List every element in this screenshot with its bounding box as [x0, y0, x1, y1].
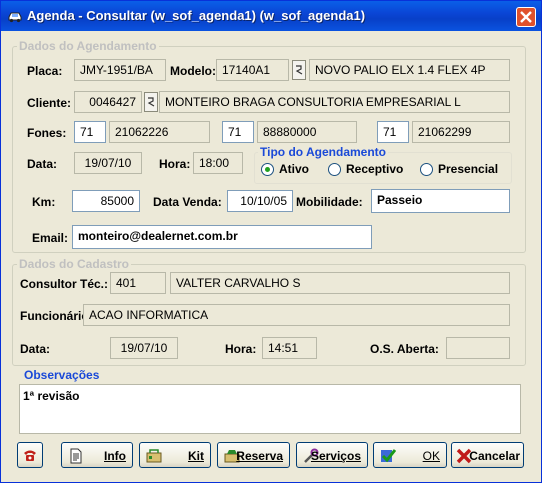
fone3-field[interactable]: 21062299 — [412, 121, 510, 143]
radio-ativo-label[interactable]: Ativo — [279, 162, 309, 176]
hora-label: Hora: — [159, 157, 191, 171]
consultor-label: Consultor Téc.: — [20, 277, 109, 291]
info-button-label: Info — [104, 449, 126, 463]
lookup-icon — [147, 97, 155, 107]
mobilidade-field[interactable]: Passeio — [371, 189, 510, 213]
servicos-button[interactable]: Serviços — [296, 442, 368, 468]
email-field[interactable]: monteiro@dealernet.com.br — [72, 225, 372, 249]
funcionario-field[interactable]: ACAO INFORMATICA — [83, 304, 510, 326]
window-body: Dados do Agendamento Placa: JMY-1951/BA … — [4, 32, 538, 478]
funcionario-label: Funcionário: — [20, 309, 93, 323]
observacoes-title: Observações — [22, 368, 102, 382]
cliente-name-field[interactable]: MONTEIRO BRAGA CONSULTORIA EMPRESARIAL L — [159, 91, 510, 113]
ok-button[interactable]: OK — [373, 442, 447, 468]
data-cad-field[interactable]: 19/07/10 — [110, 337, 178, 359]
os-aberta-label: O.S. Aberta: — [370, 342, 439, 356]
group-cadastro-title: Dados do Cadastro — [17, 257, 132, 271]
fone1-ddd-field[interactable]: 71 — [74, 121, 106, 143]
modelo-lookup-button[interactable] — [292, 60, 306, 80]
km-field[interactable]: 85000 — [72, 190, 140, 212]
radio-receptivo[interactable] — [328, 163, 341, 176]
observacoes-field[interactable]: 1ª revisão — [19, 384, 521, 434]
lookup-icon — [295, 65, 303, 75]
cancelar-button[interactable]: Cancelar — [451, 442, 524, 468]
mobilidade-label: Mobilidade: — [296, 195, 363, 209]
email-label: Email: — [32, 231, 69, 245]
title-bar[interactable]: Agenda - Consultar (w_sof_agenda1) (w_so… — [1, 1, 541, 31]
modelo-label: Modelo: — [170, 64, 216, 78]
cancelar-button-label: Cancelar — [469, 449, 520, 463]
cliente-lookup-button[interactable] — [144, 92, 158, 112]
fone3-ddd-field[interactable]: 71 — [377, 121, 409, 143]
radio-presencial[interactable] — [420, 163, 433, 176]
check-icon — [381, 449, 396, 463]
kit-button-label: Kit — [188, 449, 204, 463]
data-venda-label: Data Venda: — [153, 195, 222, 209]
window-title: Agenda - Consultar (w_sof_agenda1) (w_so… — [27, 8, 366, 23]
os-aberta-field[interactable] — [446, 337, 510, 359]
modelo-desc-field[interactable]: NOVO PALIO ELX 1.4 FLEX 4P — [309, 59, 510, 81]
phone-icon — [24, 450, 36, 461]
agenda-window: Agenda - Consultar (w_sof_agenda1) (w_so… — [0, 0, 542, 483]
phone-button[interactable] — [17, 442, 43, 468]
document-icon — [70, 448, 82, 464]
placa-field[interactable]: JMY-1951/BA — [74, 59, 166, 81]
group-agendamento-title: Dados do Agendamento — [17, 39, 159, 53]
fone2-field[interactable]: 88880000 — [257, 121, 357, 143]
reserva-button[interactable]: Reserva — [217, 442, 290, 468]
radio-presencial-label[interactable]: Presencial — [438, 162, 498, 176]
reserva-button-label: Reserva — [236, 449, 283, 463]
placa-label: Placa: — [27, 64, 63, 78]
ok-button-label: OK — [422, 449, 440, 463]
fones-label: Fones: — [27, 126, 67, 140]
hora-cad-field[interactable]: 14:51 — [262, 337, 317, 359]
hora-field[interactable]: 18:00 — [193, 152, 243, 174]
close-icon — [520, 11, 532, 23]
kit-icon — [146, 449, 162, 463]
servicos-button-label: Serviços — [310, 449, 361, 463]
consultor-code-field[interactable]: 401 — [110, 272, 166, 294]
radio-selected-dot — [265, 167, 270, 172]
cliente-label: Cliente: — [27, 96, 72, 110]
modelo-code-field[interactable]: 17140A1 — [216, 59, 289, 81]
info-button[interactable]: Info — [61, 442, 133, 468]
km-label: Km: — [32, 195, 56, 209]
car-icon — [8, 12, 22, 23]
data-field[interactable]: 19/07/10 — [74, 152, 142, 174]
kit-button[interactable]: Kit — [139, 442, 211, 468]
radio-receptivo-label[interactable]: Receptivo — [346, 162, 403, 176]
data-cad-label: Data: — [20, 342, 51, 356]
fone2-ddd-field[interactable]: 71 — [222, 121, 254, 143]
data-venda-field[interactable]: 10/10/05 — [227, 190, 293, 212]
close-button[interactable] — [516, 7, 536, 27]
hora-cad-label: Hora: — [225, 342, 257, 356]
group-tipo-title: Tipo do Agendamento — [258, 145, 388, 159]
data-label: Data: — [27, 157, 58, 171]
radio-ativo[interactable] — [261, 163, 274, 176]
fone1-field[interactable]: 21062226 — [109, 121, 210, 143]
consultor-name-field[interactable]: VALTER CARVALHO S — [170, 272, 510, 294]
cliente-code-field[interactable]: 0046427 — [74, 91, 142, 113]
